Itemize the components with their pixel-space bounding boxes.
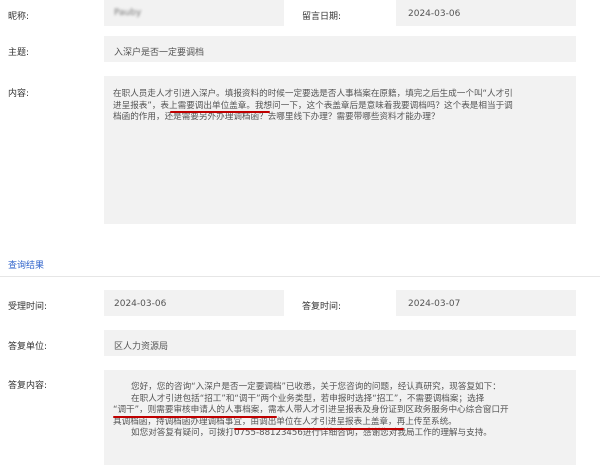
reply-unit-value: 区人力资源局	[114, 342, 169, 352]
content-label: 内容:	[8, 89, 30, 99]
date-value: 2024-03-06	[408, 9, 461, 19]
reply-time-label: 答复时间:	[302, 302, 342, 312]
accept-time-value: 2024-03-06	[114, 299, 167, 309]
content-line: 在职人员走人才引进入深户。填报资料的时候一定要选是否人事档案在原籍，填完之后生成…	[113, 89, 513, 99]
reply-line: “调干”，则需要审核申请人的人事档案，需本人带人才引进呈报表及身份证到区政务服务…	[113, 405, 509, 415]
reply-content-label: 答复内容:	[8, 381, 48, 391]
content-text: 在职人员走人才引进入深户。填报资料的时候一定要选是否人事档案在原籍，填完之后生成…	[113, 89, 571, 124]
reply-unit-field	[104, 330, 576, 356]
content-line: 档函的作用，还是需要另外办理调档函？去哪里线下办理？需要带哪些资料才能办理？	[113, 112, 440, 122]
nickname-label: 昵称:	[8, 12, 30, 22]
accept-time-label: 受理时间:	[8, 302, 48, 312]
reply-highlight-underline-2	[234, 428, 404, 430]
nickname-value: Pauby	[114, 8, 141, 18]
reply-line: 您好，您的咨询“入深户是否一定要调档”已收悉，关于您咨询的问题，经认真研究，现答…	[131, 382, 501, 392]
subject-value: 入深户是否一定要调档	[114, 48, 205, 58]
reply-content-text: 您好，您的咨询“入深户是否一定要调档”已收悉，关于您咨询的问题，经认真研究，现答…	[113, 382, 571, 440]
reply-line: 具调档函，持调档函办理调档事宜，由调出单位在人才引进呈报表上盖章，再上传至系统。	[113, 416, 457, 427]
date-label: 留言日期:	[302, 12, 342, 22]
subject-label: 主题:	[8, 48, 30, 58]
nickname-text: Pauby	[114, 8, 142, 18]
reply-highlight-underline-1	[113, 416, 277, 418]
result-section-title: 查询结果	[8, 261, 45, 271]
section-divider	[0, 276, 600, 277]
reply-line: 在职人才引进包括“招工”和“调干”两个业务类型，若申报时选择“招工”，不需要调档…	[131, 393, 485, 404]
content-highlight-underline	[170, 111, 270, 113]
reply-unit-label: 答复单位:	[8, 342, 48, 352]
reply-time-value: 2024-03-07	[408, 299, 461, 309]
